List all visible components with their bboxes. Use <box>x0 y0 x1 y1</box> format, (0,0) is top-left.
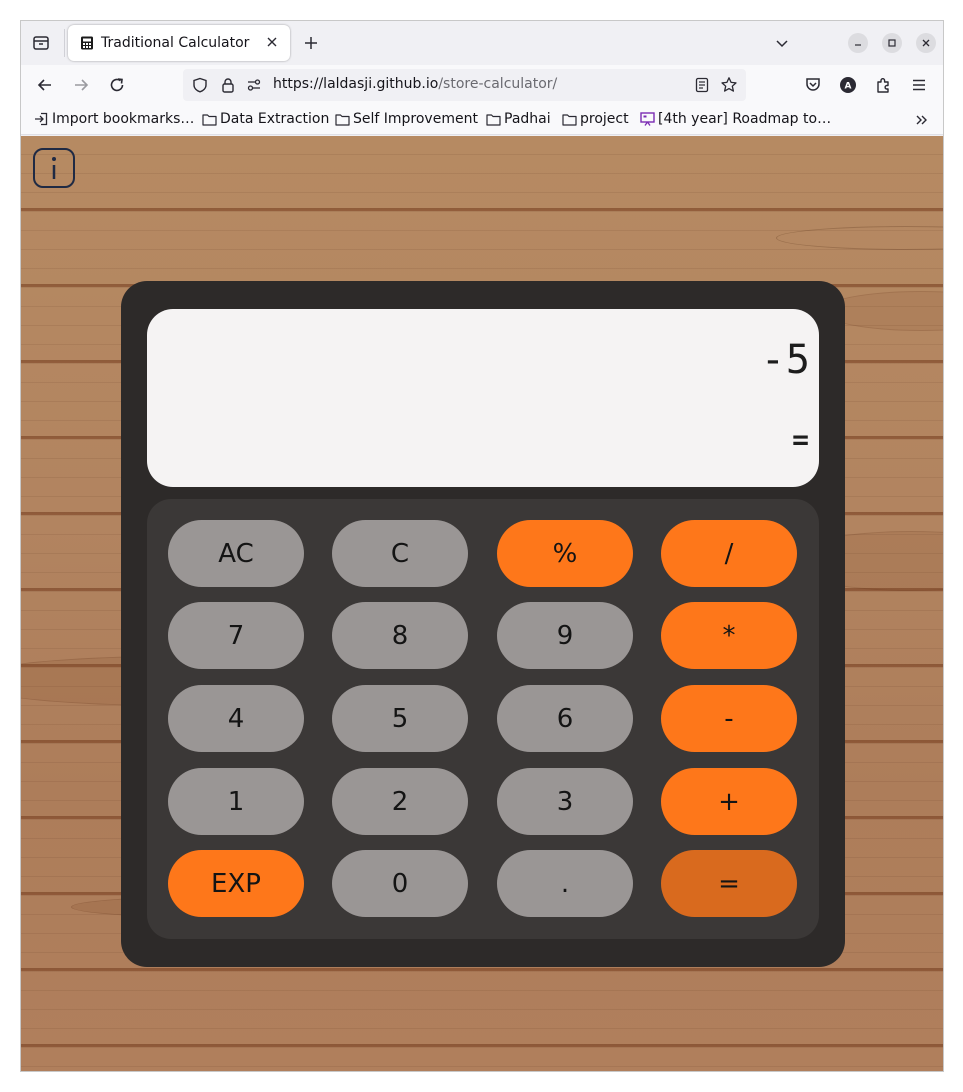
percent-button[interactable]: % <box>497 520 633 587</box>
digit-8-button[interactable]: 8 <box>332 602 468 669</box>
menu-icon[interactable] <box>907 73 931 97</box>
digit-9-button[interactable]: 9 <box>497 602 633 669</box>
chevron-down-icon[interactable] <box>772 33 792 53</box>
double-chevron-right-icon[interactable] <box>913 111 931 129</box>
decimal-button[interactable]: . <box>497 850 633 917</box>
tab-separator <box>64 29 65 57</box>
bookmark-roadmap[interactable]: [4th year] Roadmap to… <box>639 111 831 127</box>
exponent-button[interactable]: EXP <box>168 850 304 917</box>
bookmark-import[interactable]: Import bookmarks… <box>33 111 194 127</box>
wood-grain <box>776 226 943 250</box>
bookmark-label: Data Extraction <box>220 111 330 127</box>
import-icon <box>33 111 49 127</box>
multiply-button[interactable]: * <box>661 602 797 669</box>
bookmark-label: project <box>580 111 629 127</box>
folder-icon <box>334 111 350 127</box>
bookmark-label: Padhai <box>504 111 551 127</box>
bookmark-label: Import bookmarks… <box>52 111 195 127</box>
active-tab[interactable]: Traditional Calculator <box>68 25 290 61</box>
digit-5-button[interactable]: 5 <box>332 685 468 752</box>
folder-icon <box>561 111 577 127</box>
info-button[interactable] <box>33 148 75 188</box>
bookmark-padhai[interactable]: Padhai <box>485 111 551 127</box>
bookmark-self-improvement[interactable]: Self Improvement <box>334 111 478 127</box>
digit-7-button[interactable]: 7 <box>168 602 304 669</box>
account-avatar-icon[interactable]: A <box>836 73 860 97</box>
url-path: /store-calculator/ <box>438 76 558 92</box>
digit-3-button[interactable]: 3 <box>497 768 633 835</box>
permissions-icon[interactable] <box>245 76 263 94</box>
calculator-display: -5 = <box>147 309 819 487</box>
reader-view-icon[interactable] <box>693 76 711 94</box>
url-host: https://laldasji.github.io <box>273 76 439 92</box>
close-window-icon[interactable] <box>916 33 936 53</box>
subtract-button[interactable]: - <box>661 685 797 752</box>
bookmark-project[interactable]: project <box>561 111 629 127</box>
maximize-icon[interactable] <box>882 33 902 53</box>
tab-title: Traditional Calculator <box>101 35 250 51</box>
bookmark-label: Self Improvement <box>353 111 478 127</box>
add-button[interactable]: + <box>661 768 797 835</box>
equals-button[interactable]: = <box>661 850 797 917</box>
calculator-keypad: AC C% / 7 8 9 * 4 5 6- 1 2 3 + EXP 0. = <box>147 499 819 939</box>
presentation-icon <box>639 111 655 127</box>
svg-text:A: A <box>845 82 852 92</box>
tab-strip: Traditional Calculator <box>21 21 943 65</box>
digit-0-button[interactable]: 0 <box>332 850 468 917</box>
close-tab-icon[interactable] <box>264 34 280 50</box>
browser-window: Traditional Calculator https://laldasji.… <box>20 20 944 1072</box>
digit-1-button[interactable]: 1 <box>168 768 304 835</box>
pocket-icon[interactable] <box>801 73 825 97</box>
new-tab-icon[interactable] <box>301 33 321 53</box>
url-text[interactable]: https://laldasji.github.io/store-calcula… <box>273 76 557 92</box>
divide-button[interactable]: / <box>661 520 797 587</box>
folder-icon <box>485 111 501 127</box>
shield-icon[interactable] <box>191 76 209 94</box>
extensions-icon[interactable] <box>872 73 896 97</box>
clear-button[interactable]: C <box>332 520 468 587</box>
bookmark-label: [4th year] Roadmap to… <box>658 111 832 127</box>
calculator-body: -5 = AC C% / 7 8 9 * 4 5 6- 1 2 3 + EXP 0. = <box>121 281 845 967</box>
display-value: -5 <box>760 337 811 383</box>
digit-4-button[interactable]: 4 <box>168 685 304 752</box>
tab-overview-icon[interactable] <box>29 31 53 55</box>
calculator-favicon-icon <box>80 36 94 50</box>
bookmarks-bar: Import bookmarks… Data Extraction Self I… <box>21 105 943 135</box>
bookmark-star-icon[interactable] <box>720 76 738 94</box>
all-clear-button[interactable]: AC <box>168 520 304 587</box>
minimize-icon[interactable] <box>848 33 868 53</box>
display-equals-sign: = <box>792 423 809 456</box>
reload-icon[interactable] <box>105 73 129 97</box>
back-arrow-icon[interactable] <box>33 73 57 97</box>
page-wood-background: -5 = AC C% / 7 8 9 * 4 5 6- 1 2 3 + EXP 0. = <box>21 136 943 1071</box>
forward-arrow-icon[interactable] <box>69 73 93 97</box>
bookmark-data-extraction[interactable]: Data Extraction <box>201 111 329 127</box>
folder-icon <box>201 111 217 127</box>
digit-2-button[interactable]: 2 <box>332 768 468 835</box>
url-bar[interactable]: https://laldasji.github.io/store-calcula… <box>183 69 746 101</box>
info-icon <box>52 157 56 179</box>
digit-6-button[interactable]: 6 <box>497 685 633 752</box>
navigation-bar: https://laldasji.github.io/store-calcula… <box>21 65 943 105</box>
lock-icon[interactable] <box>219 76 237 94</box>
